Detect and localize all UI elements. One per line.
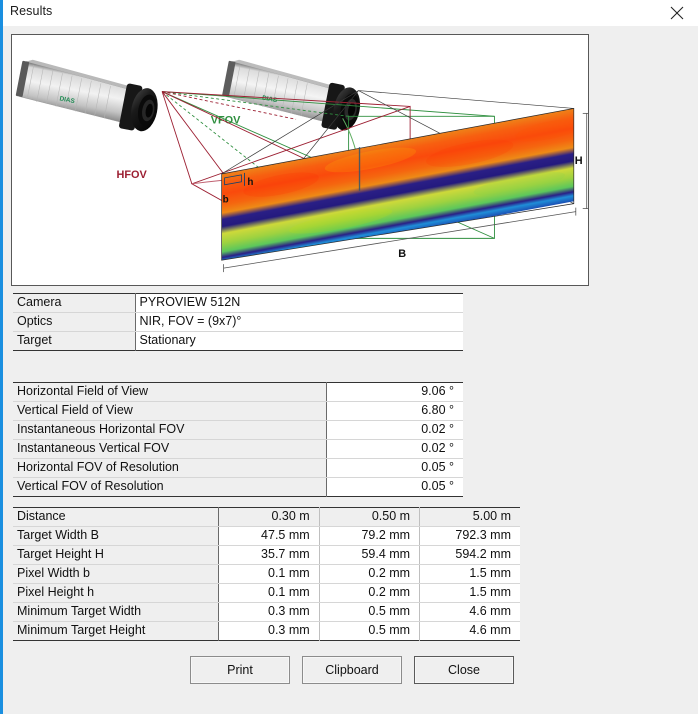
clipboard-button[interactable]: Clipboard	[302, 656, 402, 684]
row-value-d1: 0.3 mm	[218, 602, 320, 622]
column-header-distance: Distance	[13, 507, 219, 527]
column-header-d1: 0.30 m	[218, 507, 320, 527]
row-label: Vertical FOV of Resolution	[13, 477, 326, 497]
row-value-d3: 792.3 mm	[419, 526, 520, 546]
table-row: Horizontal Field of View 9.06 °	[13, 382, 463, 402]
row-label: Camera	[13, 293, 135, 313]
row-value-d1: 0.3 mm	[218, 621, 320, 641]
camera-info-table: Camera PYROVIEW 512N Optics NIR, FOV = (…	[13, 293, 463, 351]
row-label: Minimum Target Width	[13, 602, 219, 622]
distance-table: Distance 0.30 m 0.50 m 5.00 m Target Wid…	[13, 507, 520, 641]
vfov-label: VFOV	[211, 114, 241, 126]
row-value-d2: 0.2 mm	[318, 564, 420, 584]
row-value: 0.05 °	[325, 458, 463, 478]
row-value: PYROVIEW 512N	[134, 293, 463, 313]
target-height-dimension	[582, 112, 588, 210]
close-button[interactable]: Close	[414, 656, 514, 684]
table-row: Vertical Field of View 6.80 °	[13, 401, 463, 421]
row-label: Optics	[13, 312, 135, 332]
table-row: Optics NIR, FOV = (9x7)°	[13, 312, 463, 332]
row-label: Target	[13, 331, 135, 351]
pixel-height-label: h	[247, 177, 253, 188]
table-row: Camera PYROVIEW 512N	[13, 293, 463, 313]
row-value-d3: 4.6 mm	[419, 621, 520, 641]
table-row: Target Stationary	[13, 331, 463, 351]
row-value: 0.05 °	[325, 477, 463, 497]
table-row: Target Width B 47.5 mm 79.2 mm 792.3 mm	[13, 526, 520, 546]
column-header-d3: 5.00 m	[419, 507, 520, 527]
row-label: Minimum Target Height	[13, 621, 219, 641]
row-label: Pixel Width b	[13, 564, 219, 584]
camera-right-icon: DIAS	[222, 59, 361, 131]
results-dialog: Results DIAS DIAS VFOV HFOV h b H B Came…	[0, 0, 698, 714]
table-header-row: Distance 0.30 m 0.50 m 5.00 m	[13, 507, 520, 527]
row-value-d1: 47.5 mm	[218, 526, 320, 546]
row-label: Instantaneous Horizontal FOV	[13, 420, 326, 440]
camera-left-icon: DIAS	[15, 59, 158, 132]
row-value-d2: 79.2 mm	[318, 526, 420, 546]
row-value: 0.02 °	[325, 439, 463, 459]
row-value: Stationary	[134, 331, 463, 351]
column-header-d2: 0.50 m	[318, 507, 420, 527]
row-value-d3: 1.5 mm	[419, 583, 520, 603]
field-of-view-table: Horizontal Field of View 9.06 ° Vertical…	[13, 382, 463, 497]
row-label: Horizontal Field of View	[13, 382, 326, 402]
table-row: Vertical FOV of Resolution 0.05 °	[13, 477, 463, 497]
row-value: NIR, FOV = (9x7)°	[134, 312, 463, 332]
title-bar: Results	[3, 0, 698, 26]
row-value-d2: 59.4 mm	[318, 545, 420, 565]
table-row: Target Height H 35.7 mm 59.4 mm 594.2 mm	[13, 545, 520, 565]
table-row: Pixel Height h 0.1 mm 0.2 mm 1.5 mm	[13, 583, 520, 603]
row-value-d2: 0.5 mm	[318, 602, 420, 622]
row-value-d2: 0.5 mm	[318, 621, 420, 641]
fov-diagram: DIAS DIAS VFOV HFOV h b H B	[15, 59, 588, 273]
row-label: Instantaneous Vertical FOV	[13, 439, 326, 459]
row-value-d1: 35.7 mm	[218, 545, 320, 565]
window-title: Results	[10, 4, 53, 18]
table-row: Instantaneous Vertical FOV 0.02 °	[13, 439, 463, 459]
fov-diagram-panel: DIAS DIAS VFOV HFOV h b H B	[11, 34, 589, 286]
table-row: Minimum Target Height 0.3 mm 0.5 mm 4.6 …	[13, 621, 520, 641]
row-value-d1: 0.1 mm	[218, 564, 320, 584]
table-row: Pixel Width b 0.1 mm 0.2 mm 1.5 mm	[13, 564, 520, 584]
print-button[interactable]: Print	[190, 656, 290, 684]
pixel-width-label: b	[223, 195, 229, 206]
row-label: Target Height H	[13, 545, 219, 565]
row-label: Pixel Height h	[13, 583, 219, 603]
table-row: Minimum Target Width 0.3 mm 0.5 mm 4.6 m…	[13, 602, 520, 622]
row-label: Target Width B	[13, 526, 219, 546]
row-value: 6.80 °	[325, 401, 463, 421]
row-value: 0.02 °	[325, 420, 463, 440]
row-value: 9.06 °	[325, 382, 463, 402]
row-value-d3: 1.5 mm	[419, 564, 520, 584]
close-icon[interactable]	[656, 0, 698, 26]
row-value-d2: 0.2 mm	[318, 583, 420, 603]
row-value-d3: 4.6 mm	[419, 602, 520, 622]
target-width-label: B	[398, 248, 406, 260]
row-value-d3: 594.2 mm	[419, 545, 520, 565]
table-row: Instantaneous Horizontal FOV 0.02 °	[13, 420, 463, 440]
row-label: Horizontal FOV of Resolution	[13, 458, 326, 478]
target-height-label: H	[575, 155, 583, 167]
hfov-label: HFOV	[116, 169, 147, 181]
row-label: Vertical Field of View	[13, 401, 326, 421]
row-value-d1: 0.1 mm	[218, 583, 320, 603]
table-row: Horizontal FOV of Resolution 0.05 °	[13, 458, 463, 478]
